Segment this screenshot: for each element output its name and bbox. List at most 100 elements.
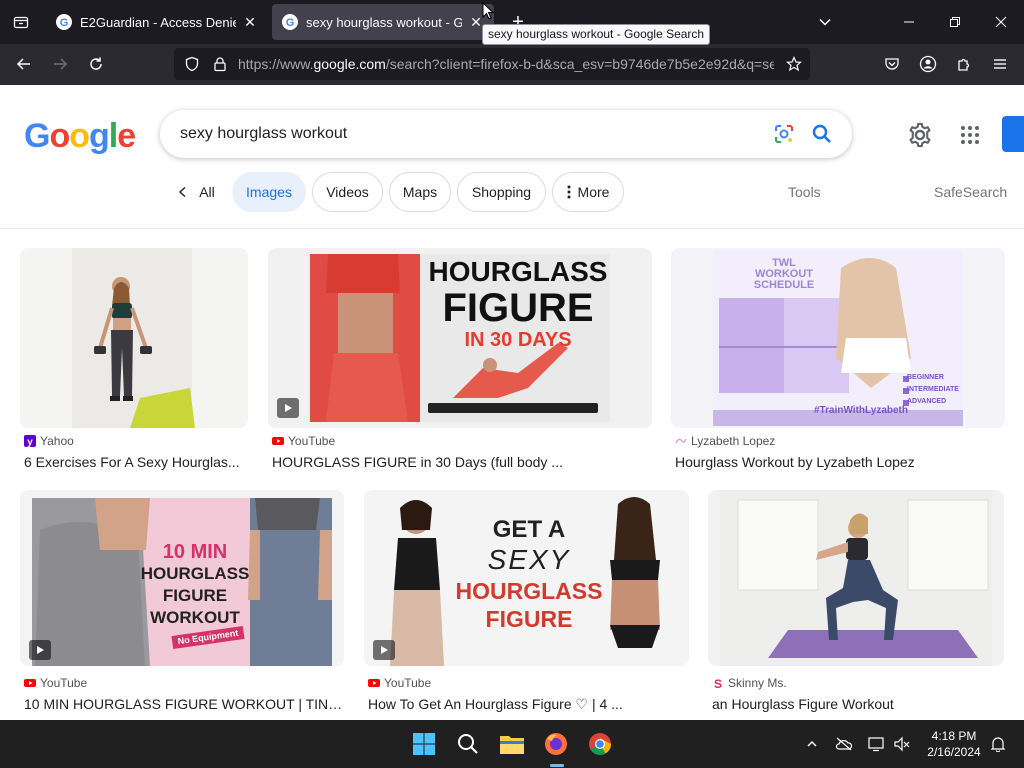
- result-caption[interactable]: How To Get An Hourglass Figure ♡ | 4 ...: [368, 696, 689, 713]
- chevron-left-icon: [179, 186, 186, 198]
- cloud-off-icon: [835, 737, 853, 751]
- browser-toolbar: https://www.google.com/search?client=fir…: [0, 44, 1024, 85]
- yahoo-icon: y: [24, 435, 36, 447]
- search-icon: [458, 734, 478, 754]
- volume-button[interactable]: [888, 728, 916, 760]
- onedrive-button[interactable]: [830, 728, 858, 760]
- taskbar-clock[interactable]: 4:18 PM 2/16/2024: [918, 728, 990, 760]
- result-thumbnail[interactable]: HOURGLASS FIGURE IN 30 DAYS: [268, 248, 652, 428]
- taskbar-search-button[interactable]: [452, 728, 484, 760]
- sign-in-button[interactable]: [1002, 116, 1024, 152]
- reload-button[interactable]: [82, 50, 110, 78]
- more-vert-icon: [567, 185, 571, 199]
- result-source[interactable]: YouTube: [368, 676, 431, 690]
- lock-icon[interactable]: [212, 56, 228, 72]
- tab-google-search[interactable]: G sexy hourglass workout - Goog ✕: [272, 4, 494, 40]
- tab-close-icon[interactable]: ✕: [242, 14, 258, 31]
- tools-button[interactable]: Tools: [788, 172, 821, 212]
- result-thumbnail[interactable]: [20, 248, 248, 428]
- extensions-button[interactable]: [950, 50, 978, 78]
- shield-icon[interactable]: [184, 56, 200, 72]
- youtube-icon: [24, 677, 36, 689]
- tab-e2guardian[interactable]: G E2Guardian - Access Denied ✕: [46, 4, 268, 40]
- result-thumbnail[interactable]: 10 MIN HOURGLASS FIGURE WORKOUT No Equip…: [20, 490, 344, 666]
- image-result[interactable]: TWL WORKOUT SCHEDULE #TrainWithLyzabeth …: [671, 248, 1005, 478]
- notifications-button[interactable]: [984, 728, 1012, 760]
- reload-icon: [90, 57, 102, 70]
- result-caption[interactable]: HOURGLASS FIGURE in 30 Days (full body .…: [272, 454, 652, 470]
- address-bar[interactable]: https://www.google.com/search?client=fir…: [174, 48, 810, 80]
- result-source[interactable]: YouTube: [272, 434, 335, 448]
- result-caption[interactable]: Hourglass Workout by Lyzabeth Lopez: [675, 454, 1005, 470]
- image-result[interactable]: HOURGLASS FIGURE IN 30 DAYS YouTube HOUR…: [268, 248, 652, 478]
- search-box[interactable]: sexy hourglass workout: [160, 110, 852, 158]
- chrome-taskbar-button[interactable]: [584, 728, 616, 760]
- result-thumbnail[interactable]: GET A SEXY HOURGLASS FIGURE: [364, 490, 689, 666]
- thumb-title-line: SCHEDULE: [753, 279, 815, 291]
- apps-grid-icon[interactable]: [958, 123, 982, 147]
- google-logo[interactable]: Google: [24, 117, 136, 156]
- show-hidden-icons-button[interactable]: [798, 728, 826, 760]
- source-name: Lyzabeth Lopez: [691, 434, 776, 448]
- clock-date: 2/16/2024: [927, 745, 981, 759]
- filter-chip-videos[interactable]: Videos: [312, 172, 383, 212]
- woman-dumbbells-image: [72, 248, 195, 428]
- search-icon[interactable]: [810, 122, 834, 146]
- logo-letter: g: [89, 117, 110, 155]
- result-caption[interactable]: 10 MIN HOURGLASS FIGURE WORKOUT | TINY .…: [24, 696, 344, 712]
- thumb-title-line: HOURGLASS: [455, 578, 603, 604]
- result-thumbnail[interactable]: TWL WORKOUT SCHEDULE #TrainWithLyzabeth …: [671, 248, 1005, 428]
- tab-list-icon: [13, 16, 29, 29]
- thumb-level: ADVANCED: [907, 398, 947, 405]
- gear-icon[interactable]: [906, 121, 934, 149]
- menu-button[interactable]: [986, 50, 1014, 78]
- result-source[interactable]: Lyzabeth Lopez: [675, 434, 775, 448]
- minimize-icon: [904, 21, 914, 23]
- hamburger-menu-icon: [994, 59, 1006, 69]
- filter-chip-images[interactable]: Images: [232, 172, 306, 212]
- windows-taskbar: 4:18 PM 2/16/2024: [0, 720, 1024, 768]
- divider: [0, 228, 1024, 229]
- logo-letter: G: [24, 117, 50, 155]
- file-explorer-button[interactable]: [496, 728, 528, 760]
- google-lens-icon[interactable]: [772, 122, 796, 146]
- filter-all-back[interactable]: All: [166, 172, 226, 212]
- tab-title: sexy hourglass workout - Goog: [306, 14, 462, 30]
- bookmark-star-icon[interactable]: [786, 56, 802, 72]
- result-source[interactable]: YouTube: [24, 676, 87, 690]
- pocket-icon: [885, 58, 899, 70]
- pocket-button[interactable]: [878, 50, 906, 78]
- result-source[interactable]: y Yahoo: [24, 434, 74, 448]
- account-button[interactable]: [914, 50, 942, 78]
- close-window-button[interactable]: [978, 0, 1024, 44]
- tab-overflow-button[interactable]: [802, 0, 848, 44]
- image-result[interactable]: S Skinny Ms. an Hourglass Figure Workout: [708, 490, 1004, 720]
- result-caption[interactable]: 6 Exercises For A Sexy Hourglas...: [24, 454, 248, 470]
- thumb-title-line: FIGURE: [485, 606, 573, 632]
- forward-button[interactable]: [46, 50, 74, 78]
- network-button[interactable]: [862, 728, 890, 760]
- video-play-icon: [29, 640, 51, 660]
- firefox-taskbar-button[interactable]: [540, 728, 572, 760]
- result-source[interactable]: S Skinny Ms.: [712, 676, 787, 690]
- arrow-left-icon: [16, 58, 30, 70]
- filter-label: More: [577, 184, 610, 200]
- result-thumbnail[interactable]: [708, 490, 1004, 666]
- list-all-tabs-button[interactable]: [0, 0, 42, 44]
- url-text[interactable]: https://www.google.com/search?client=fir…: [238, 48, 774, 80]
- minimize-button[interactable]: [886, 0, 932, 44]
- filter-chip-more[interactable]: More: [552, 172, 624, 212]
- back-button[interactable]: [10, 50, 38, 78]
- filter-chip-maps[interactable]: Maps: [389, 172, 451, 212]
- image-result[interactable]: y Yahoo 6 Exercises For A Sexy Hourglas.…: [20, 248, 248, 478]
- image-result[interactable]: GET A SEXY HOURGLASS FIGURE YouTube How …: [364, 490, 689, 720]
- clock-time: 4:18 PM: [931, 729, 977, 743]
- image-result[interactable]: 10 MIN HOURGLASS FIGURE WORKOUT No Equip…: [20, 490, 344, 720]
- safesearch-button[interactable]: SafeSearch: [934, 172, 1007, 212]
- search-filter-bar: All Images Videos Maps Shopping More Too…: [0, 172, 1024, 214]
- filter-chip-shopping[interactable]: Shopping: [457, 172, 546, 212]
- restore-button[interactable]: [932, 0, 978, 44]
- search-input[interactable]: sexy hourglass workout: [180, 110, 347, 158]
- result-caption[interactable]: an Hourglass Figure Workout: [712, 696, 1004, 712]
- start-button[interactable]: [408, 728, 440, 760]
